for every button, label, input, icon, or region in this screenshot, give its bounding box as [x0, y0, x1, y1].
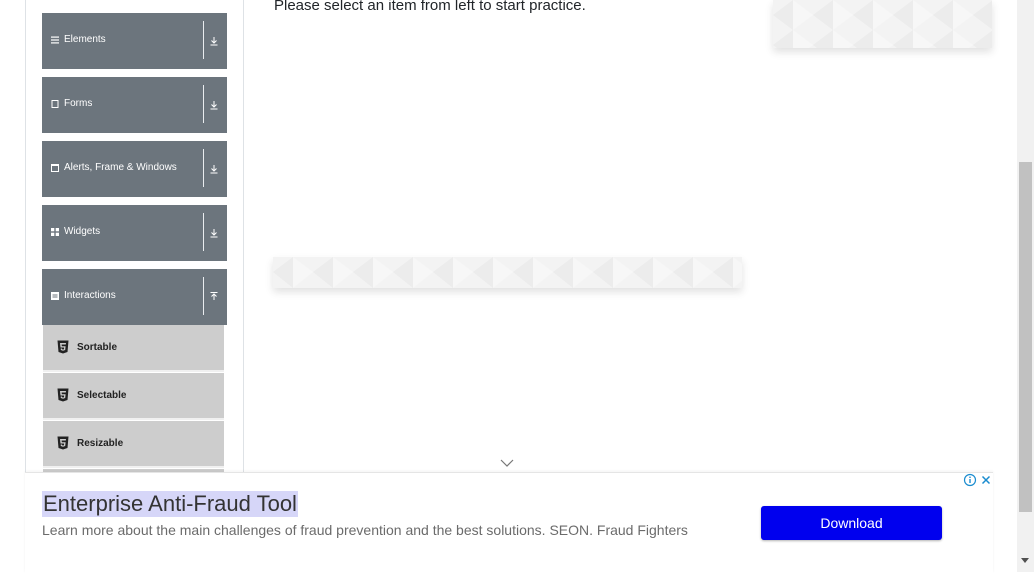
scrollbar-thumb[interactable]: [1019, 162, 1032, 512]
html5-icon: [57, 340, 69, 354]
sidebar-group-label: Interactions: [64, 290, 116, 301]
group-divider: [203, 213, 204, 251]
sidebar: Elements Forms Alerts, Frame & Windows W…: [42, 0, 227, 472]
ad-placeholder-middle: [273, 257, 742, 288]
download-arrow-icon[interactable]: [208, 35, 220, 47]
ad-placeholder-top: [773, 0, 992, 48]
form-icon: [51, 100, 59, 108]
sidebar-group-label: Elements: [64, 34, 106, 45]
sidebar-item-resizable[interactable]: Resizable: [43, 421, 224, 468]
download-arrow-icon[interactable]: [208, 227, 220, 239]
sidebar-item-label: Selectable: [77, 390, 127, 401]
sidebar-group-label: Forms: [64, 98, 93, 109]
sidebar-group-label: Alerts, Frame & Windows: [64, 162, 177, 173]
page-scrollbar[interactable]: [1017, 0, 1034, 572]
ad-description[interactable]: Learn more about the main challenges of …: [42, 521, 712, 539]
window-icon: [51, 164, 59, 172]
html5-icon: [57, 436, 69, 450]
sidebar-item-sortable[interactable]: Sortable: [43, 325, 224, 372]
menu-icon: [51, 36, 59, 44]
download-arrow-icon[interactable]: [208, 163, 220, 175]
interactions-icon: [51, 292, 59, 300]
sidebar-group-label: Widgets: [64, 226, 101, 237]
upload-arrow-icon[interactable]: [208, 291, 220, 303]
download-arrow-icon[interactable]: [208, 99, 220, 111]
page-left-border: [25, 0, 26, 472]
group-divider: [203, 21, 204, 59]
sidebar-group-interactions[interactable]: Interactions: [42, 269, 227, 325]
ad-title[interactable]: Enterprise Anti-Fraud Tool: [42, 491, 298, 517]
download-button[interactable]: Download: [761, 506, 942, 540]
ad-info-icon[interactable]: [963, 473, 977, 487]
practice-instruction: Please select an item from left to start…: [274, 0, 586, 14]
group-divider: [203, 85, 204, 123]
scroll-down-arrow-icon[interactable]: [1021, 558, 1029, 563]
html5-icon: [57, 388, 69, 402]
sidebar-item-label: Resizable: [77, 438, 124, 449]
sidebar-item-selectable[interactable]: Selectable: [43, 373, 224, 420]
sidebar-group-forms[interactable]: Forms: [42, 77, 227, 133]
ad-close-icon[interactable]: [979, 473, 993, 487]
sidebar-item-label: Sortable: [77, 342, 118, 353]
sidebar-group-elements[interactable]: Elements: [42, 13, 227, 69]
widgets-icon: [51, 228, 59, 236]
chevron-down-icon[interactable]: [500, 458, 514, 468]
group-divider: [203, 149, 204, 187]
ad-banner[interactable]: Enterprise Anti-Fraud Tool Learn more ab…: [25, 472, 993, 573]
sidebar-group-alerts[interactable]: Alerts, Frame & Windows: [42, 141, 227, 197]
sidebar-group-widgets[interactable]: Widgets: [42, 205, 227, 261]
sidebar-divider: [243, 0, 244, 472]
group-divider: [203, 277, 204, 315]
